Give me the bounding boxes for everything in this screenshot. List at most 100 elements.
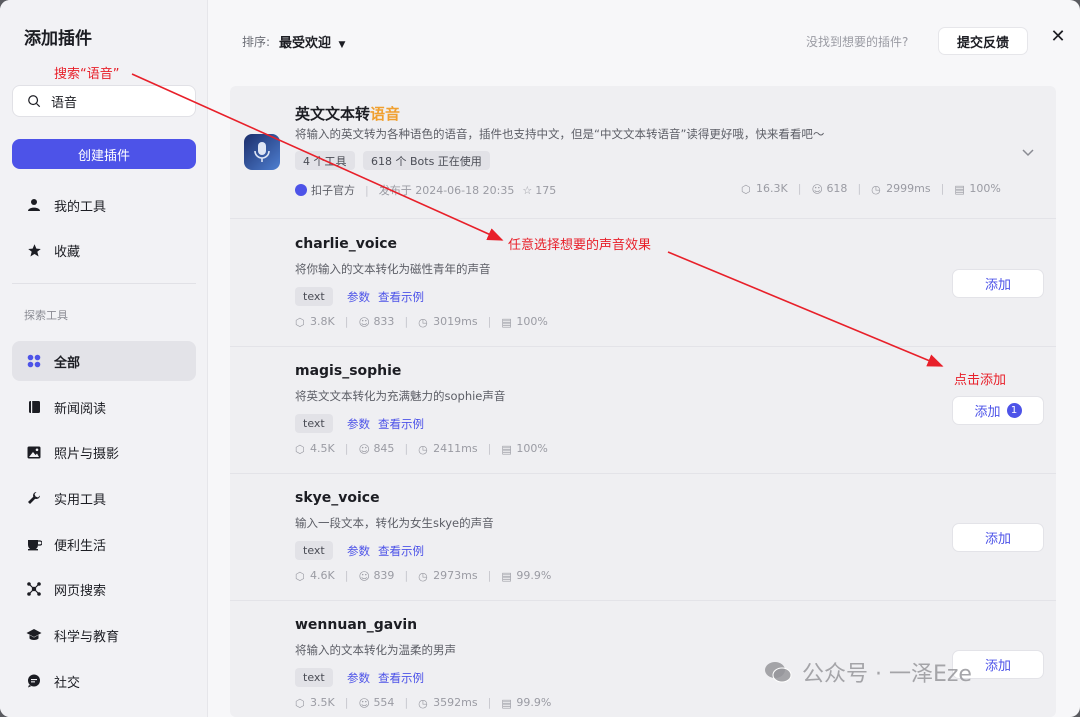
add-button[interactable]: 添加 bbox=[952, 269, 1044, 298]
example-link[interactable]: 查看示例 bbox=[378, 416, 424, 432]
add-button[interactable]: 添加 bbox=[952, 523, 1044, 552]
success-icon: ▤ bbox=[501, 316, 512, 329]
calls-count: 4.6K bbox=[310, 569, 335, 582]
star-icon bbox=[26, 242, 42, 258]
cup-icon bbox=[26, 536, 42, 552]
success-icon: ▤ bbox=[501, 443, 512, 456]
sidebar-item-news[interactable]: 新闻阅读 bbox=[12, 387, 196, 427]
cube-icon: ⬡ bbox=[295, 697, 305, 710]
latency: 2973ms bbox=[433, 569, 478, 582]
search-icon bbox=[28, 95, 41, 108]
plugin-meta: 扣子官方 | 发布于 2024-06-18 20:35 ☆ 175 bbox=[295, 182, 556, 198]
sidebar-item-label: 我的工具 bbox=[54, 199, 107, 215]
param-type-tag: text bbox=[295, 541, 333, 560]
grid-icon bbox=[26, 353, 42, 369]
sidebar-item-favorites[interactable]: 收藏 bbox=[12, 230, 196, 270]
section-label: 探索工具 bbox=[24, 309, 68, 322]
wechat-icon bbox=[765, 662, 792, 683]
graduation-cap-icon bbox=[26, 627, 42, 643]
cube-icon: ⬡ bbox=[741, 183, 751, 196]
plugin-name-highlight: 语音 bbox=[370, 105, 401, 123]
feedback-button[interactable]: 提交反馈 bbox=[938, 27, 1028, 55]
create-plugin-button[interactable]: 创建插件 bbox=[12, 139, 196, 169]
param-type-tag: text bbox=[295, 668, 333, 687]
chevron-down-icon[interactable] bbox=[1020, 144, 1036, 160]
book-icon bbox=[26, 399, 42, 415]
bot-icon: ☺ bbox=[811, 183, 823, 196]
sidebar-item-life[interactable]: 便利生活 bbox=[12, 524, 196, 564]
plugin-card[interactable]: 英文文本转语音 将输入的英文转为各种语色的语音，插件也支持中文，但是“中文文本转… bbox=[230, 86, 1056, 219]
search-input[interactable]: 语音 bbox=[12, 85, 196, 117]
publisher: 扣子官方 bbox=[311, 184, 355, 197]
tool-description: 将英文文本转化为充满魅力的sophie声音 bbox=[295, 389, 506, 403]
example-link[interactable]: 查看示例 bbox=[378, 670, 424, 686]
tool-stats: ⬡ 4.5K | ☺ 845 | ◷ 2411ms | ▤ 100% bbox=[295, 442, 548, 456]
sidebar-item-label: 收藏 bbox=[54, 244, 81, 260]
example-link[interactable]: 查看示例 bbox=[378, 289, 424, 305]
bots-count: 618 bbox=[826, 182, 848, 195]
bots-count: 845 bbox=[373, 442, 395, 455]
add-label: 添加 bbox=[974, 405, 1001, 420]
close-icon[interactable]: ✕ bbox=[1048, 26, 1068, 47]
watermark-text: 公众号 · 一泽Eze bbox=[802, 662, 972, 687]
success-icon: ▤ bbox=[954, 183, 965, 196]
add-plugin-dialog: 添加插件 语音 创建插件 我的工具 收藏 探索工具 全部 新闻阅读 照片与摄影 bbox=[0, 0, 1080, 717]
annotation-choose: 任意选择想要的声音效果 bbox=[508, 238, 652, 253]
plugin-stats: ⬡ 16.3K | ☺ 618 | ◷ 2999ms | ▤ 100% bbox=[741, 182, 1001, 196]
person-icon bbox=[26, 197, 42, 213]
sidebar-item-photo[interactable]: 照片与摄影 bbox=[12, 432, 196, 472]
params-link[interactable]: 参数 bbox=[347, 543, 370, 559]
sidebar-item-my-tools[interactable]: 我的工具 bbox=[12, 185, 196, 225]
params-link[interactable]: 参数 bbox=[347, 416, 370, 432]
latency: 2411ms bbox=[433, 442, 478, 455]
sidebar-item-all[interactable]: 全部 bbox=[12, 341, 196, 381]
add-button[interactable]: 添加 1 bbox=[952, 396, 1044, 425]
add-label: 添加 bbox=[984, 532, 1011, 547]
tool-description: 将你输入的文本转化为磁性青年的声音 bbox=[295, 262, 491, 276]
bots-using-tag: 618 个 Bots 正在使用 bbox=[363, 151, 490, 170]
tool-row: skye_voice 输入一段文本，转化为女生skye的声音 text 参数 查… bbox=[230, 474, 1056, 601]
clock-icon: ◷ bbox=[418, 697, 428, 710]
sidebar-item-label: 照片与摄影 bbox=[54, 446, 120, 462]
add-label: 添加 bbox=[984, 659, 1011, 674]
params-link[interactable]: 参数 bbox=[347, 289, 370, 305]
sidebar-item-science[interactable]: 科学与教育 bbox=[12, 615, 196, 655]
official-badge-icon bbox=[295, 184, 307, 196]
image-icon bbox=[26, 444, 42, 460]
watermark: 公众号 · 一泽Eze bbox=[764, 656, 972, 688]
bots-count: 554 bbox=[373, 696, 395, 709]
success-icon: ▤ bbox=[501, 697, 512, 710]
sidebar-item-web-search[interactable]: 网页搜索 bbox=[12, 569, 196, 609]
tool-description: 将输入的文本转化为温柔的男声 bbox=[295, 643, 456, 657]
bot-icon: ☺ bbox=[358, 697, 370, 710]
sort-dropdown[interactable]: 最受欢迎 ▼ bbox=[279, 32, 345, 51]
param-type-tag: text bbox=[295, 414, 333, 433]
param-type-tag: text bbox=[295, 287, 333, 306]
latency: 3592ms bbox=[433, 696, 478, 709]
bot-icon: ☺ bbox=[358, 316, 370, 329]
annotation-click-add: 点击添加 bbox=[954, 373, 1007, 388]
tool-stats: ⬡ 3.8K | ☺ 833 | ◷ 3019ms | ▤ 100% bbox=[295, 315, 548, 329]
example-link[interactable]: 查看示例 bbox=[378, 543, 424, 559]
plugin-list: 英文文本转语音 将输入的英文转为各种语色的语音，插件也支持中文，但是“中文文本转… bbox=[230, 86, 1056, 717]
calls-count: 3.8K bbox=[310, 315, 335, 328]
tool-name: skye_voice bbox=[295, 490, 380, 506]
tool-description: 输入一段文本，转化为女生skye的声音 bbox=[295, 516, 494, 530]
tool-row: magis_sophie 将英文文本转化为充满魅力的sophie声音 text … bbox=[230, 347, 1056, 474]
success-rate: 100% bbox=[516, 315, 548, 328]
latency: 3019ms bbox=[433, 315, 478, 328]
star-count: 175 bbox=[535, 183, 557, 197]
sidebar-item-social[interactable]: 社交 bbox=[12, 661, 196, 701]
clock-icon: ◷ bbox=[418, 316, 428, 329]
tool-name: magis_sophie bbox=[295, 363, 402, 379]
tool-stats: ⬡ 3.5K | ☺ 554 | ◷ 3592ms | ▤ 99.9% bbox=[295, 696, 552, 710]
sidebar-item-utilities[interactable]: 实用工具 bbox=[12, 478, 196, 518]
params-link[interactable]: 参数 bbox=[347, 670, 370, 686]
tool-name: wennuan_gavin bbox=[295, 617, 418, 633]
clock-icon: ◷ bbox=[418, 570, 428, 583]
tool-stats: ⬡ 4.6K | ☺ 839 | ◷ 2973ms | ▤ 99.9% bbox=[295, 569, 552, 583]
calls-count: 4.5K bbox=[310, 442, 335, 455]
caret-down-icon: ▼ bbox=[338, 40, 346, 50]
success-rate: 100% bbox=[969, 182, 1001, 195]
success-icon: ▤ bbox=[501, 570, 512, 583]
